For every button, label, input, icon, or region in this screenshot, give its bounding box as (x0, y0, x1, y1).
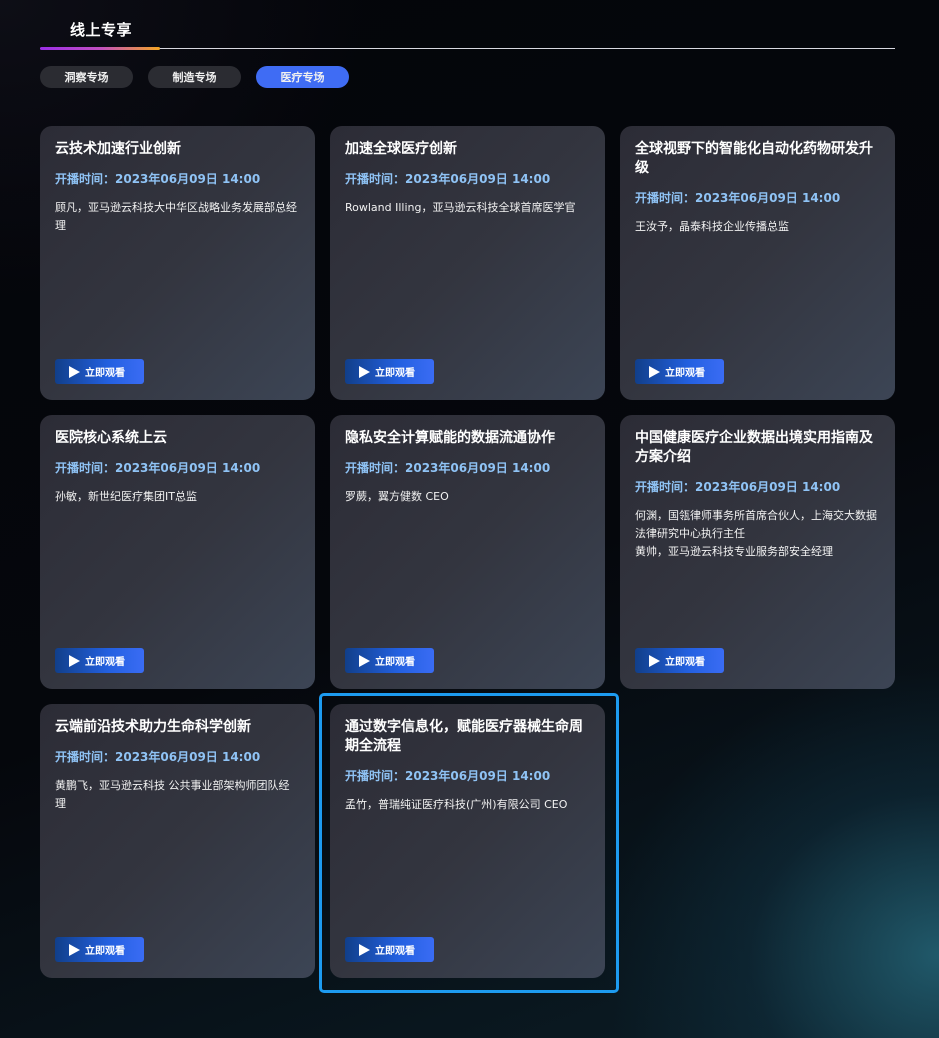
session-card-selected[interactable]: 通过数字信息化，赋能医疗器械生命周期全流程 开播时间：2023年06月09日 1… (319, 693, 619, 993)
watch-now-button[interactable]: 立即观看 (345, 937, 434, 962)
card-speaker: 王汝予，晶泰科技企业传播总监 (635, 220, 789, 233)
card-title: 全球视野下的智能化自动化药物研发升级 (635, 141, 873, 176)
watch-now-label: 立即观看 (375, 657, 415, 668)
session-card[interactable]: 医院核心系统上云 开播时间：2023年06月09日 14:00 孙敏，新世纪医疗… (40, 415, 315, 689)
card-speaker: Rowland Illing，亚马逊云科技全球首席医学官 (345, 201, 576, 214)
tab-insight[interactable]: 洞察专场 (40, 66, 133, 88)
header-divider (40, 48, 895, 49)
watch-now-button[interactable]: 立即观看 (55, 937, 144, 962)
section-header: 线上专享 (40, 0, 895, 52)
card-title: 中国健康医疗企业数据出境实用指南及方案介绍 (635, 430, 873, 465)
card-time: 开播时间：2023年06月09日 14:00 (345, 172, 551, 186)
session-card[interactable]: 全球视野下的智能化自动化药物研发升级 开播时间：2023年06月09日 14:0… (620, 126, 895, 400)
card-speaker: 顾凡，亚马逊云科技大中华区战略业务发展部总经理 (55, 201, 297, 232)
card-title: 云端前沿技术助力生命科学创新 (55, 719, 251, 735)
play-icon (649, 365, 660, 378)
play-icon (359, 365, 370, 378)
card-speaker: 孟竹，普瑞纯证医疗科技(广州)有限公司 CEO (345, 798, 568, 811)
tab-manufacturing[interactable]: 制造专场 (148, 66, 241, 88)
watch-now-button[interactable]: 立即观看 (345, 648, 434, 673)
play-icon (69, 943, 80, 956)
card-time: 开播时间：2023年06月09日 14:00 (345, 461, 551, 475)
play-icon (69, 654, 80, 667)
card-speaker: 孙敏，新世纪医疗集团IT总监 (55, 490, 197, 503)
section-title: 线上专享 (70, 21, 133, 39)
session-card[interactable]: 云技术加速行业创新 开播时间：2023年06月09日 14:00 顾凡，亚马逊云… (40, 126, 315, 400)
session-card[interactable]: 加速全球医疗创新 开播时间：2023年06月09日 14:00 Rowland … (330, 126, 605, 400)
card-title: 医院核心系统上云 (55, 430, 167, 446)
watch-now-button[interactable]: 立即观看 (635, 648, 724, 673)
card-time: 开播时间：2023年06月09日 14:00 (55, 172, 261, 186)
watch-now-button[interactable]: 立即观看 (635, 359, 724, 384)
session-tabs: 洞察专场 制造专场 医疗专场 (40, 66, 349, 88)
header-accent-bar (40, 47, 160, 50)
card-time: 开播时间：2023年06月09日 14:00 (635, 480, 841, 494)
watch-now-button[interactable]: 立即观看 (55, 648, 144, 673)
card-time: 开播时间：2023年06月09日 14:00 (55, 750, 261, 764)
session-card[interactable]: 隐私安全计算赋能的数据流通协作 开播时间：2023年06月09日 14:00 罗… (330, 415, 605, 689)
card-title: 加速全球医疗创新 (345, 141, 457, 157)
watch-now-label: 立即观看 (665, 368, 705, 379)
card-time: 开播时间：2023年06月09日 14:00 (55, 461, 261, 475)
play-icon (649, 654, 660, 667)
session-card[interactable]: 中国健康医疗企业数据出境实用指南及方案介绍 开播时间：2023年06月09日 1… (620, 415, 895, 689)
watch-now-button[interactable]: 立即观看 (345, 359, 434, 384)
card-title: 通过数字信息化，赋能医疗器械生命周期全流程 (345, 719, 583, 754)
session-card[interactable]: 云端前沿技术助力生命科学创新 开播时间：2023年06月09日 14:00 黄鹏… (40, 704, 315, 978)
card-time: 开播时间：2023年06月09日 14:00 (635, 191, 841, 205)
play-icon (359, 943, 370, 956)
session-grid: 云技术加速行业创新 开播时间：2023年06月09日 14:00 顾凡，亚马逊云… (40, 126, 895, 993)
watch-now-label: 立即观看 (85, 657, 125, 668)
card-speaker: 何渊，国瓴律师事务所首席合伙人，上海交大数据法律研究中心执行主任 黄帅，亚马逊云… (635, 509, 877, 558)
watch-now-button[interactable]: 立即观看 (55, 359, 144, 384)
card-title: 隐私安全计算赋能的数据流通协作 (345, 430, 555, 446)
tab-healthcare[interactable]: 医疗专场 (256, 66, 349, 88)
play-icon (359, 654, 370, 667)
card-time: 开播时间：2023年06月09日 14:00 (345, 769, 551, 783)
watch-now-label: 立即观看 (375, 368, 415, 379)
card-title: 云技术加速行业创新 (55, 141, 181, 157)
watch-now-label: 立即观看 (85, 946, 125, 957)
watch-now-label: 立即观看 (665, 657, 705, 668)
watch-now-label: 立即观看 (85, 368, 125, 379)
watch-now-label: 立即观看 (375, 946, 415, 957)
play-icon (69, 365, 80, 378)
card-speaker: 黄鹏飞，亚马逊云科技 公共事业部架构师团队经理 (55, 779, 290, 810)
card-speaker: 罗蕨，翼方健数 CEO (345, 490, 449, 503)
